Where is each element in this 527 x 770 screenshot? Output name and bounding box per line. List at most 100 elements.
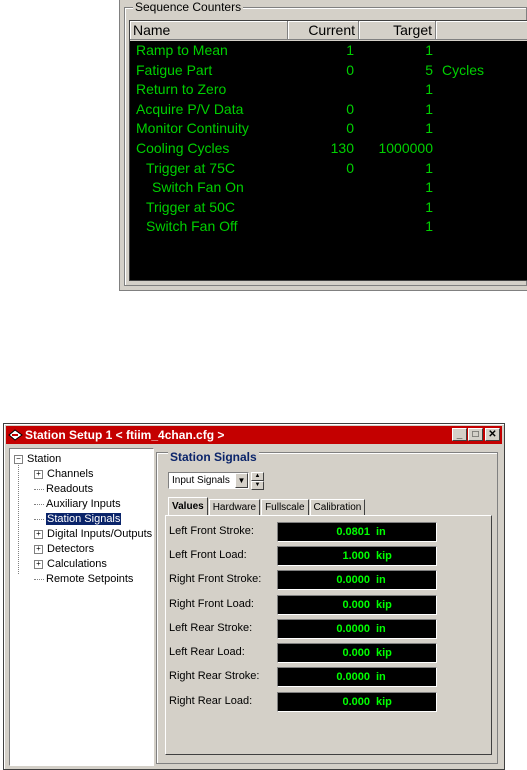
signal-type-select[interactable]: Input Signals ▼	[168, 472, 249, 489]
signal-label: Right Rear Stroke:	[169, 670, 260, 682]
sequence-counters-table: Name Current Target Ramp to Mean 1 1 Fat…	[129, 20, 527, 281]
counter-rows: Ramp to Mean 1 1 Fatigue Part 0 5 Cycles…	[130, 41, 527, 237]
tree-item-label: Detectors	[47, 543, 95, 555]
tree-item-label: Station Signals	[46, 513, 122, 525]
counter-name: Switch Fan Off	[146, 218, 238, 235]
tree-item-digital-io[interactable]: + Digital Inputs/Outputs	[34, 527, 152, 541]
tree-item-station-signals[interactable]: Station Signals	[34, 512, 122, 526]
tree-item-label: Readouts	[46, 483, 94, 495]
tab-fullscale[interactable]: Fullscale	[261, 499, 309, 516]
signal-label: Right Front Stroke:	[169, 573, 262, 585]
counter-current: 130	[330, 139, 354, 156]
app-icon[interactable]	[8, 428, 23, 442]
expand-icon[interactable]: +	[34, 469, 43, 479]
tree-item-channels[interactable]: + Channels	[34, 467, 93, 481]
table-row[interactable]: Trigger at 75C 0 1	[130, 159, 527, 179]
table-row[interactable]: Trigger at 50C 1	[130, 198, 527, 218]
spin-down-icon[interactable]: ▼	[251, 481, 264, 490]
table-row[interactable]: Return to Zero 1	[130, 80, 527, 100]
select-value: Input Signals	[172, 475, 230, 486]
tree-item-label: Auxiliary Inputs	[46, 498, 121, 510]
counter-target: 1	[425, 159, 433, 176]
table-row[interactable]: Ramp to Mean 1 1	[130, 41, 527, 61]
title-bar[interactable]: Station Setup 1 < ftiim_4chan.cfg > _ □ …	[6, 426, 502, 444]
signal-value-display: 0.0000 in	[277, 619, 437, 639]
signal-unit: kip	[376, 599, 392, 611]
counter-target: 1	[425, 81, 433, 98]
counter-target: 1	[425, 120, 433, 137]
tab-calibration[interactable]: Calibration	[309, 499, 366, 516]
spin-up-icon[interactable]: ▲	[251, 472, 264, 481]
signal-value-display: 1.000 kip	[277, 546, 437, 566]
maximize-button[interactable]: □	[468, 428, 483, 441]
signal-value-display: 0.0801 in	[277, 522, 437, 542]
signal-value: 0.0000	[336, 574, 370, 586]
counter-target: 1	[425, 198, 433, 215]
counter-current: 1	[346, 42, 354, 58]
counter-target: 5	[425, 61, 433, 78]
counter-name: Return to Zero	[136, 81, 227, 98]
tree-item-calculations[interactable]: + Calculations	[34, 557, 107, 571]
table-row[interactable]: Switch Fan On 1	[130, 178, 527, 198]
table-row[interactable]: Fatigue Part 0 5 Cycles	[130, 61, 527, 81]
signal-value-display: 0.0000 in	[277, 667, 437, 687]
counter-target: 1	[425, 42, 433, 58]
tab-values[interactable]: Values	[168, 497, 208, 516]
tree-item-label: Station	[27, 453, 62, 465]
column-header-target[interactable]: Target	[359, 21, 436, 40]
counter-name: Monitor Continuity	[136, 120, 249, 137]
expand-icon[interactable]: +	[34, 559, 43, 569]
tab-hardware[interactable]: Hardware	[208, 499, 261, 516]
signal-unit: in	[376, 623, 386, 635]
column-header-unit[interactable]	[436, 21, 527, 40]
signal-label: Right Front Load:	[169, 598, 254, 610]
tree-item-detectors[interactable]: + Detectors	[34, 542, 94, 556]
counter-name: Trigger at 75C	[146, 159, 235, 176]
counter-target: 1	[425, 179, 433, 196]
table-row[interactable]: Cooling Cycles 130 1000000	[130, 139, 527, 159]
counter-name: Cooling Cycles	[136, 139, 230, 156]
dropdown-arrow-icon[interactable]: ▼	[235, 473, 248, 488]
signal-value-display: 0.000 kip	[277, 692, 437, 712]
tree-item-station[interactable]: − Station	[14, 452, 61, 466]
station-setup-window: Station Setup 1 < ftiim_4chan.cfg > _ □ …	[3, 423, 505, 770]
tree-item-remote-setpoints[interactable]: Remote Setpoints	[34, 572, 133, 586]
window-title: Station Setup 1 < ftiim_4chan.cfg >	[25, 428, 225, 442]
expand-icon[interactable]: +	[34, 529, 43, 539]
table-row[interactable]: Monitor Continuity 0 1	[130, 119, 527, 139]
signal-unit: in	[376, 574, 386, 586]
signal-label: Left Rear Load:	[169, 646, 245, 658]
signal-row: Left Rear Stroke: 0.0000 in	[166, 619, 491, 640]
table-row[interactable]: Switch Fan Off 1	[130, 217, 527, 237]
tree-item-label: Calculations	[47, 558, 107, 570]
signal-value: 0.0000	[336, 671, 370, 683]
signal-value-display: 0.000 kip	[277, 643, 437, 663]
signal-row: Left Rear Load: 0.000 kip	[166, 643, 491, 664]
signal-unit: kip	[376, 647, 392, 659]
counter-unit: Cycles	[442, 61, 485, 78]
minimize-button[interactable]: _	[452, 428, 467, 441]
counter-target: 1	[425, 100, 433, 117]
tree-item-readouts[interactable]: Readouts	[34, 482, 93, 496]
signal-unit: kip	[376, 696, 392, 708]
signal-row: Left Front Stroke: 0.0801 in	[166, 522, 491, 543]
column-header-name[interactable]: Name	[130, 21, 288, 40]
counter-name: Trigger at 50C	[146, 198, 235, 215]
station-signals-pane: Station Signals Input Signals ▼ ▲ ▼ Valu…	[156, 448, 500, 766]
signal-row: Right Rear Load: 0.000 kip	[166, 692, 491, 713]
column-header-current[interactable]: Current	[288, 21, 359, 40]
station-tree: − Station + Channels Readouts Auxiliary In…	[9, 448, 154, 766]
close-button[interactable]: ✕	[485, 428, 500, 441]
tree-item-label: Remote Setpoints	[46, 573, 134, 585]
tree-item-auxiliary-inputs[interactable]: Auxiliary Inputs	[34, 497, 121, 511]
table-row[interactable]: Acquire P/V Data 0 1	[130, 100, 527, 120]
signal-value: 0.000	[342, 599, 370, 611]
signal-unit: kip	[376, 550, 392, 562]
signal-row: Right Front Stroke: 0.0000 in	[166, 570, 491, 591]
signal-label: Left Front Stroke:	[169, 525, 254, 537]
counter-name: Switch Fan On	[152, 179, 244, 196]
signal-spinner[interactable]: ▲ ▼	[251, 472, 264, 490]
sequence-counters-group: Sequence Counters Name Current Target Ra…	[124, 0, 527, 286]
expand-icon[interactable]: +	[34, 544, 43, 554]
counter-name: Fatigue Part	[136, 61, 213, 78]
